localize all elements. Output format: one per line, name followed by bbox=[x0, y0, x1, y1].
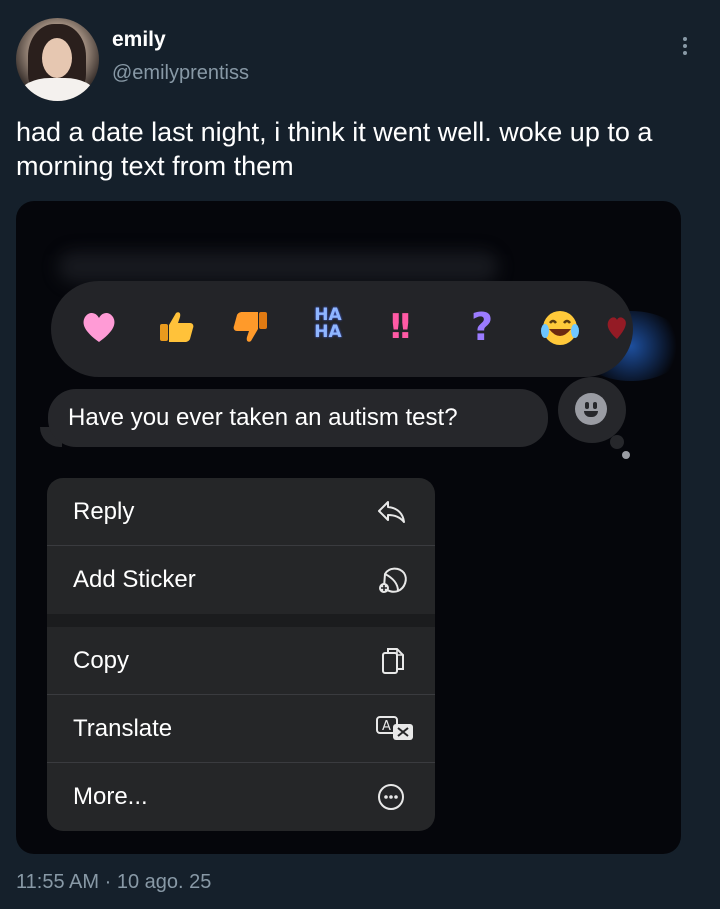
thought-dot-small bbox=[622, 451, 630, 459]
more-options-icon[interactable] bbox=[675, 34, 695, 58]
thumbs-up-icon[interactable] bbox=[156, 307, 196, 356]
avatar-shirt bbox=[20, 78, 95, 101]
svg-text:A: A bbox=[382, 719, 391, 734]
tweet-time: 11:55 AM bbox=[16, 871, 100, 893]
laugh-cry-icon[interactable] bbox=[539, 307, 581, 358]
haha-icon[interactable]: HA HA bbox=[306, 307, 350, 349]
smiley-icon bbox=[575, 393, 607, 425]
reply-icon bbox=[375, 496, 409, 528]
menu-item-label: Reply bbox=[73, 498, 135, 525]
menu-item-copy[interactable]: Copy bbox=[47, 627, 435, 694]
copy-icon bbox=[375, 645, 409, 677]
blurred-message bbox=[58, 251, 498, 283]
exclamation-icon[interactable]: !! bbox=[388, 307, 413, 347]
more-circle-icon bbox=[375, 781, 409, 813]
tweet-timestamp[interactable]: 11:55 AM · 10 ago. 25 bbox=[16, 871, 211, 894]
menu-item-translate[interactable]: Translate A bbox=[47, 695, 435, 762]
thought-dot-large bbox=[610, 435, 624, 449]
tweet-text: had a date last night, i think it went w… bbox=[16, 117, 653, 181]
menu-item-reply[interactable]: Reply bbox=[47, 478, 435, 545]
translate-icon: A bbox=[375, 713, 413, 745]
question-icon[interactable]: ? bbox=[471, 305, 493, 349]
reaction-bar: HA HA !! ? bbox=[51, 281, 633, 377]
menu-item-label: Add Sticker bbox=[73, 566, 196, 593]
thumbs-down-icon[interactable] bbox=[231, 307, 271, 356]
menu-item-label: Copy bbox=[73, 647, 130, 674]
avatar[interactable] bbox=[16, 18, 99, 101]
add-sticker-icon bbox=[375, 564, 409, 596]
message-bubble[interactable]: Have you ever taken an autism test? bbox=[48, 389, 548, 447]
author-name[interactable]: emily bbox=[112, 28, 166, 52]
author-handle[interactable]: @emilyprentiss bbox=[112, 62, 249, 85]
avatar-face bbox=[42, 38, 72, 78]
menu-item-add-sticker[interactable]: Add Sticker bbox=[47, 546, 435, 613]
menu-item-label: More... bbox=[73, 783, 148, 810]
red-heart-icon[interactable] bbox=[606, 307, 628, 356]
message-text: Have you ever taken an autism test? bbox=[68, 404, 458, 431]
menu-item-more[interactable]: More... bbox=[47, 763, 435, 830]
menu-section-gap bbox=[47, 614, 435, 627]
menu-item-label: Translate bbox=[73, 715, 173, 742]
add-sticker-button[interactable] bbox=[558, 377, 626, 443]
heart-icon[interactable] bbox=[79, 307, 119, 356]
tweet-image[interactable]: HA HA !! ? Have you ever taken an autism… bbox=[16, 201, 681, 854]
context-menu: Reply Add Sticker Copy Translate A More.… bbox=[47, 478, 435, 831]
tweet-date: 10 ago. 25 bbox=[116, 871, 212, 893]
timestamp-separator: · bbox=[104, 871, 112, 893]
